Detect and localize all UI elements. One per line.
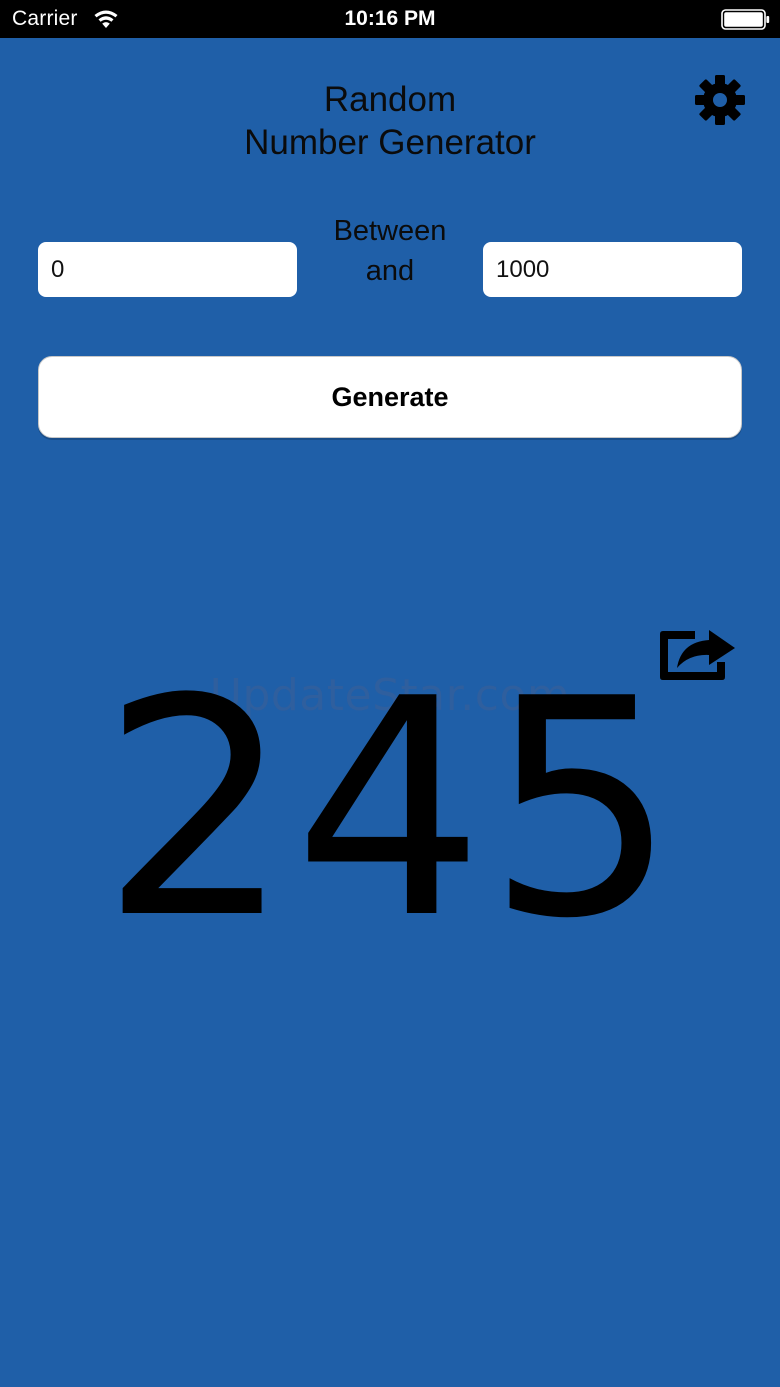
title-line-1: Random — [323, 80, 457, 119]
min-value-field[interactable] — [38, 242, 297, 297]
between-label: Between and — [300, 211, 480, 291]
title-line-2: Number Generator — [244, 123, 536, 162]
between-text: Between — [333, 215, 447, 247]
result-number: 245 — [100, 635, 680, 984]
battery-icon — [721, 9, 770, 30]
page-title: Random Number Generator — [190, 78, 590, 164]
max-value-field[interactable] — [483, 242, 742, 297]
status-bar: Carrier 10:16 PM — [0, 0, 780, 38]
generate-button[interactable]: Generate — [38, 356, 742, 438]
and-text: and — [365, 255, 415, 287]
app-screen: Carrier 10:16 PM Random Number Generator — [0, 0, 780, 1387]
gear-icon[interactable] — [694, 74, 746, 126]
status-time: 10:16 PM — [344, 7, 436, 30]
